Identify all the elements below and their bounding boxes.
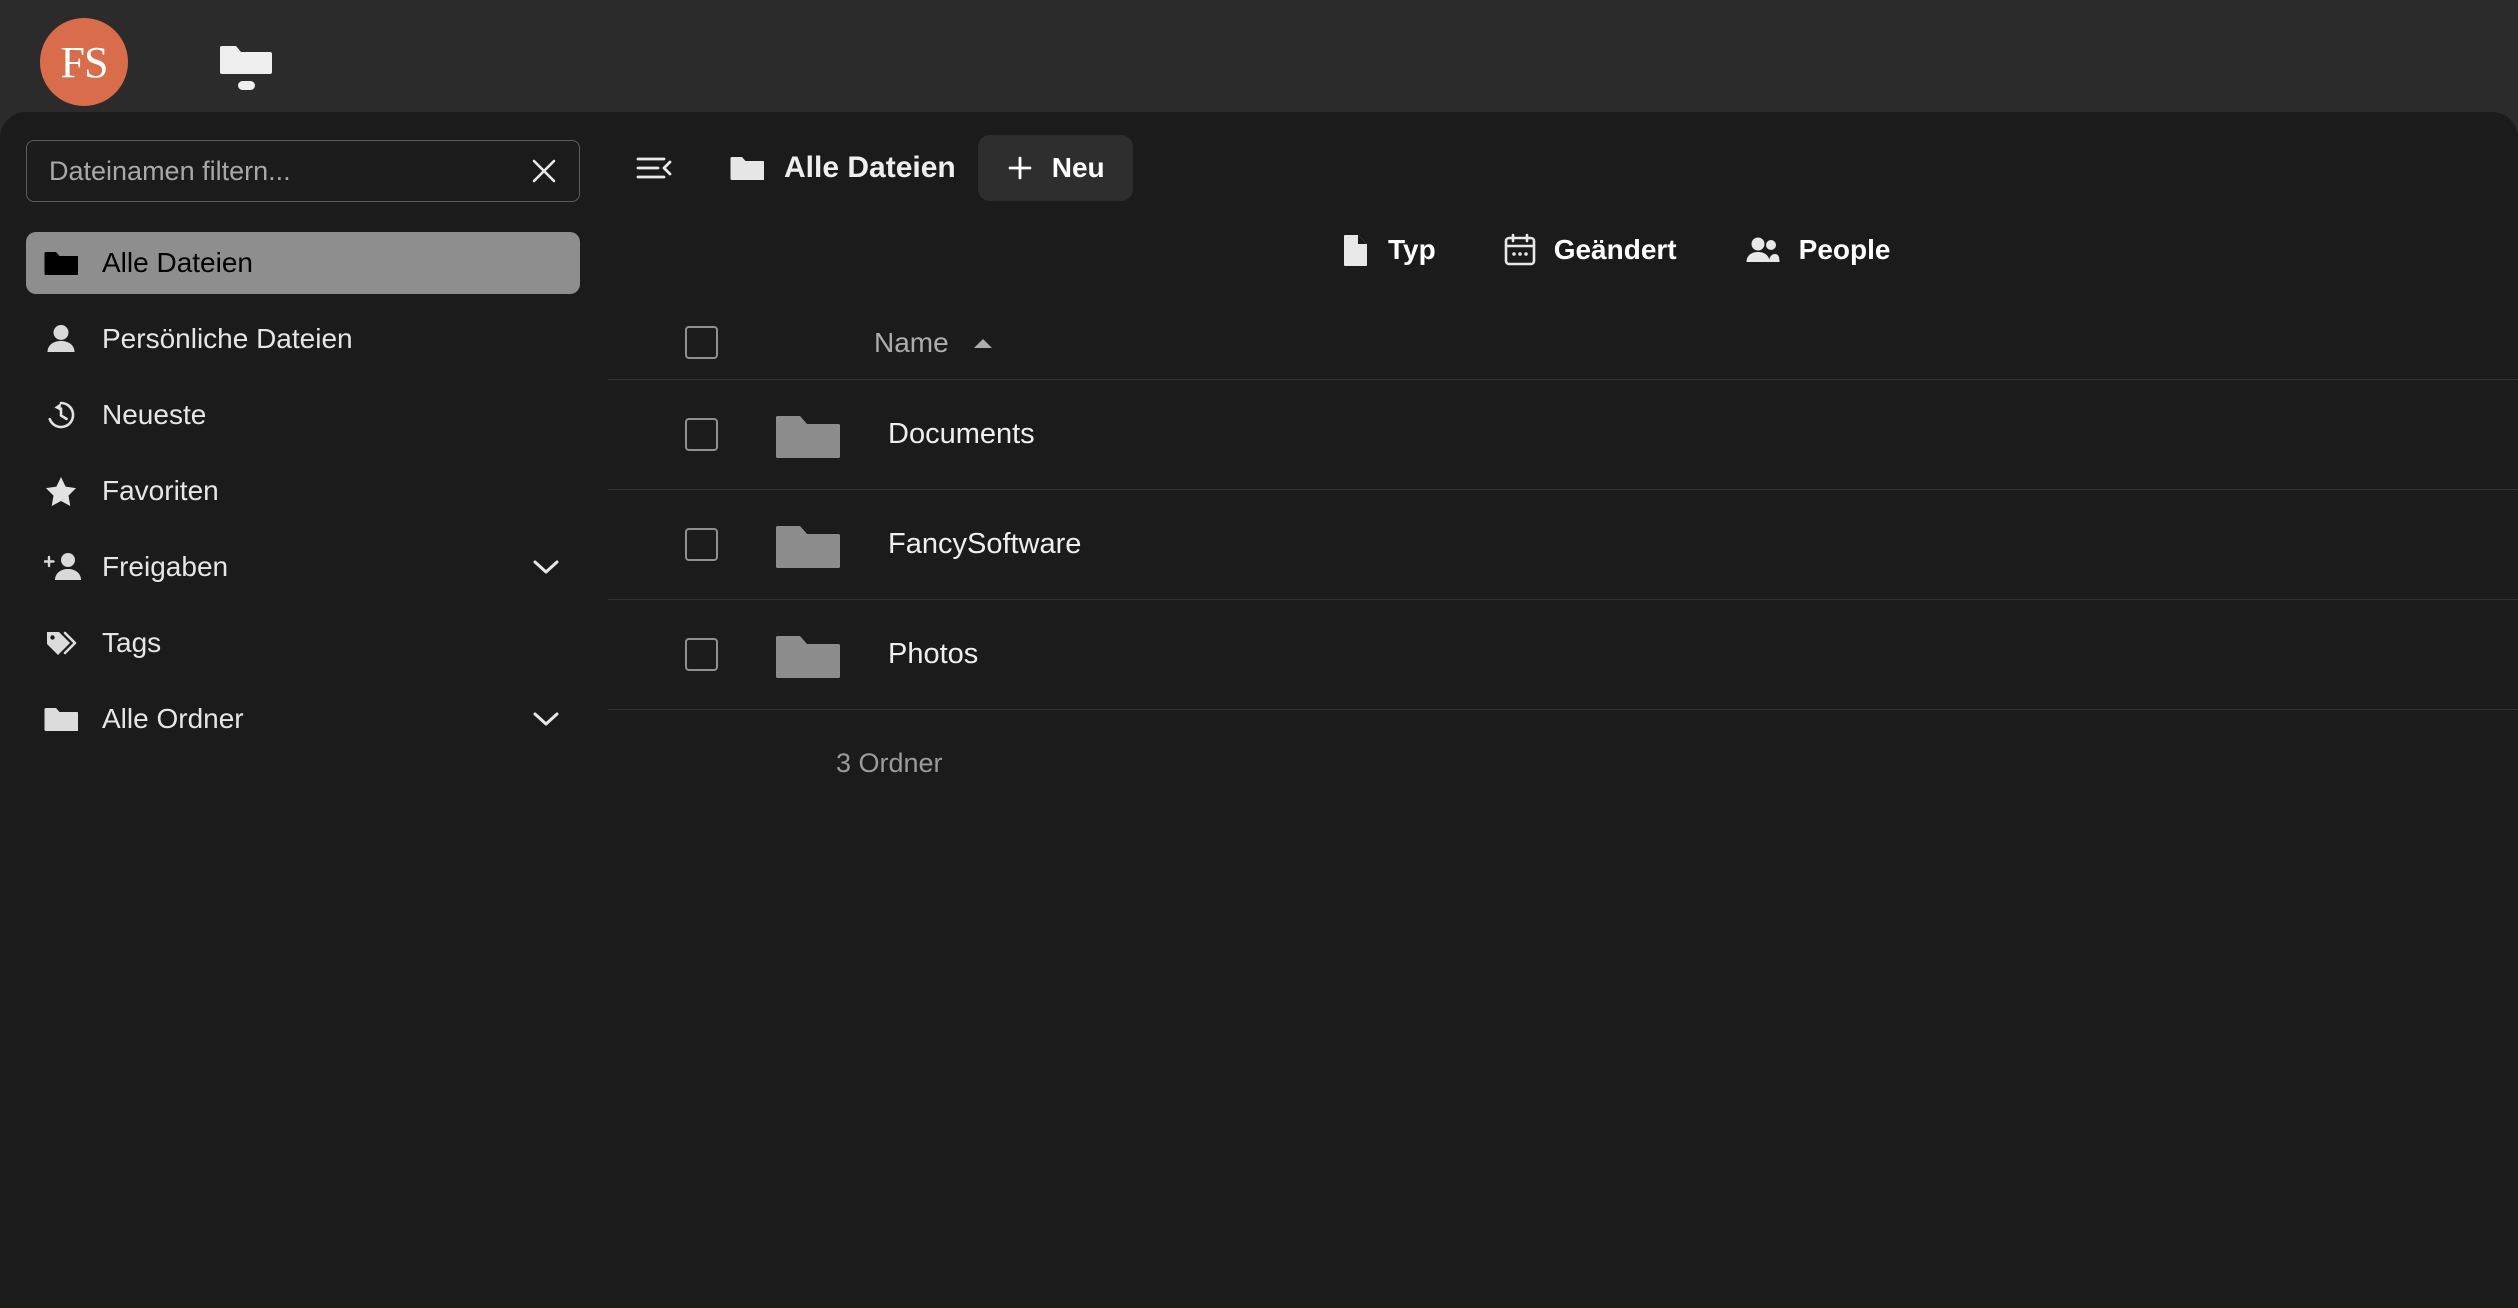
- table-row[interactable]: FancySoftware: [608, 490, 2518, 600]
- table-row[interactable]: Documents: [608, 380, 2518, 490]
- top-bar: FS: [0, 0, 2518, 130]
- table-header-row: Name: [608, 306, 2518, 380]
- sidebar-item-persoenliche-dateien[interactable]: Persönliche Dateien: [26, 308, 580, 370]
- sidebar-item-label: Freigaben: [102, 551, 229, 582]
- star-icon: [44, 475, 86, 507]
- logo-text: FS: [60, 37, 109, 87]
- sidebar-item-alle-ordner[interactable]: Alle Ordner: [26, 688, 580, 750]
- arrow-up-icon[interactable]: [971, 336, 995, 350]
- sidebar-item-favoriten[interactable]: Favoriten: [26, 460, 580, 522]
- sidebar-collapse-icon[interactable]: [626, 140, 682, 196]
- item-count: 3 Ordner: [836, 748, 943, 778]
- person-add-icon: [44, 551, 86, 583]
- main-header: Alle Dateien Neu: [608, 134, 2518, 202]
- checkbox-icon[interactable]: [684, 528, 718, 561]
- sidebar-item-label: Alle Dateien: [102, 247, 253, 278]
- filter-chip-label: Geändert: [1553, 234, 1677, 265]
- table-row[interactable]: Photos: [608, 600, 2518, 710]
- sidebar: Alle Dateien Persönliche Dateien: [0, 112, 608, 1308]
- close-icon[interactable]: [527, 154, 561, 188]
- folder-icon: [44, 705, 86, 733]
- sidebar-item-label: Alle Ordner: [102, 703, 244, 734]
- filter-chip-geaendert[interactable]: Geändert: [1504, 233, 1677, 267]
- filter-chip-label: Typ: [1388, 234, 1436, 265]
- sidebar-nav: Alle Dateien Persönliche Dateien Neueste…: [26, 232, 580, 750]
- chevron-down-icon[interactable]: [532, 710, 560, 728]
- row-checkbox-cell[interactable]: [626, 418, 776, 451]
- checkbox-icon[interactable]: [684, 326, 718, 359]
- calendar-icon: [1504, 233, 1536, 267]
- breadcrumb[interactable]: Alle Dateien: [730, 151, 956, 185]
- new-button[interactable]: Neu: [977, 135, 1133, 201]
- row-name-cell[interactable]: Documents: [854, 418, 2518, 451]
- filter-chip-typ[interactable]: Typ: [1342, 233, 1436, 267]
- checkbox-icon[interactable]: [684, 638, 718, 671]
- sidebar-item-label: Favoriten: [102, 475, 219, 506]
- sidebar-item-neueste[interactable]: Neueste: [26, 384, 580, 446]
- folder-icon: [730, 154, 764, 182]
- people-icon: [1745, 235, 1781, 265]
- row-name-cell[interactable]: Photos: [854, 638, 2518, 671]
- column-header-label: Name: [874, 326, 949, 358]
- row-checkbox-cell[interactable]: [626, 638, 776, 671]
- history-icon: [44, 398, 86, 432]
- file-name: FancySoftware: [888, 528, 1082, 560]
- chevron-down-icon[interactable]: [532, 558, 560, 576]
- sidebar-item-label: Persönliche Dateien: [102, 323, 353, 354]
- search-input[interactable]: [49, 155, 527, 187]
- filter-chip-people[interactable]: People: [1745, 234, 1891, 266]
- column-header-name[interactable]: Name: [854, 327, 2518, 359]
- select-all-cell[interactable]: [626, 326, 776, 359]
- file-name: Documents: [888, 418, 1035, 450]
- breadcrumb-label: Alle Dateien: [784, 151, 956, 184]
- app-shell: Alle Dateien Persönliche Dateien: [0, 112, 2518, 1308]
- document-icon: [1342, 233, 1370, 267]
- folder-icon: [776, 410, 854, 460]
- file-name: Photos: [888, 638, 979, 670]
- folder-icon: [44, 249, 86, 277]
- tag-icon: [44, 628, 86, 658]
- sidebar-item-tags[interactable]: Tags: [26, 612, 580, 674]
- sidebar-item-label: Tags: [102, 627, 162, 658]
- filter-chip-label: People: [1798, 234, 1891, 265]
- new-button-label: Neu: [1051, 152, 1105, 183]
- checkbox-icon[interactable]: [684, 418, 718, 451]
- row-name-cell[interactable]: FancySoftware: [854, 528, 2518, 561]
- row-checkbox-cell[interactable]: [626, 528, 776, 561]
- main-content: Alle Dateien Neu Typ Geändert People Nam…: [608, 112, 2518, 1308]
- person-icon: [44, 323, 86, 355]
- folder-icon: [776, 630, 854, 680]
- sidebar-item-freigaben[interactable]: Freigaben: [26, 536, 580, 598]
- topbar-folder-icon[interactable]: [218, 40, 274, 92]
- filter-field[interactable]: [26, 140, 580, 202]
- folder-icon: [776, 520, 854, 570]
- sidebar-item-alle-dateien[interactable]: Alle Dateien: [26, 232, 580, 294]
- plus-icon: [1006, 154, 1034, 182]
- sidebar-item-label: Neueste: [102, 399, 207, 430]
- file-table: Name Documents FancySoftware Photos 3 Or…: [608, 306, 2518, 779]
- filter-chips: Typ Geändert People: [608, 208, 2518, 292]
- app-logo[interactable]: FS: [40, 18, 128, 106]
